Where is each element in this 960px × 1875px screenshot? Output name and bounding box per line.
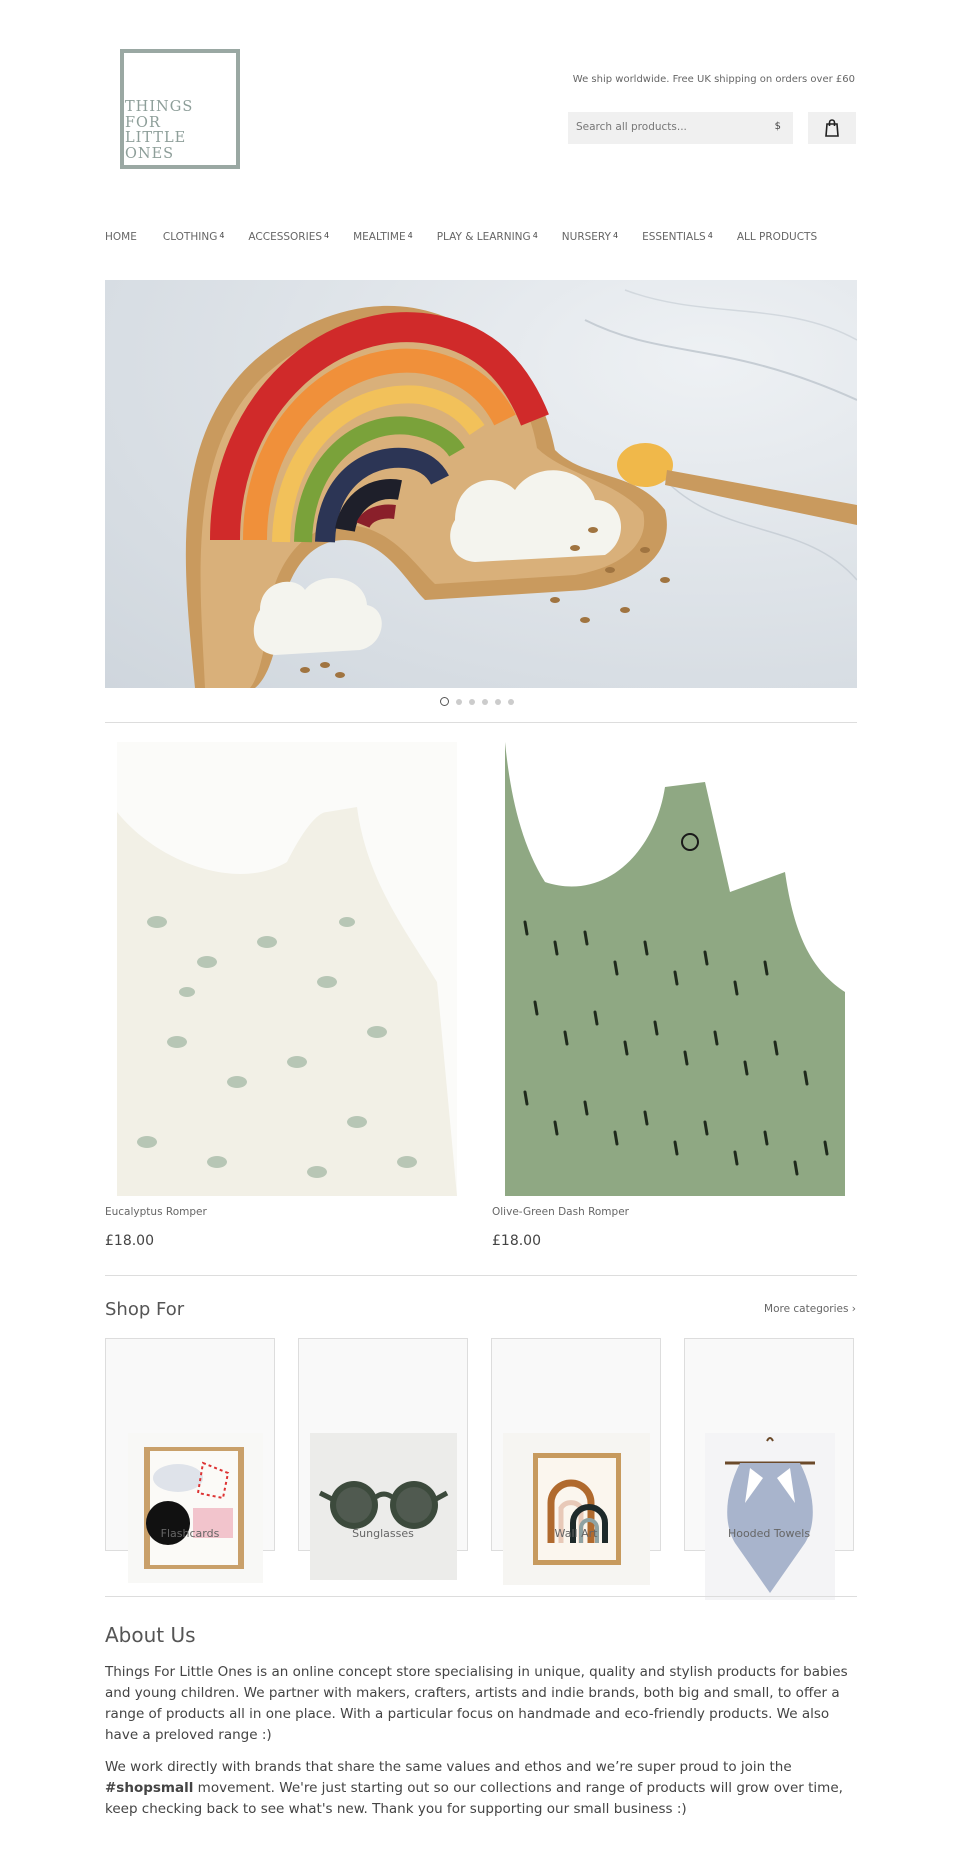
logo-line: LITTLE: [125, 130, 187, 146]
product-image-olive-dash-romper[interactable]: [505, 742, 845, 1196]
product-price: £18.00: [492, 1233, 541, 1249]
eucalyptus-romper-photo: [117, 807, 457, 1196]
nav-item-nursery[interactable]: NURSERY 4: [562, 231, 618, 243]
category-label[interactable]: Sunglasses: [298, 1527, 468, 1540]
logo-line: FOR: [125, 114, 161, 131]
olive-romper-photo: [505, 742, 845, 1196]
product-name[interactable]: Eucalyptus Romper: [105, 1206, 207, 1218]
hashtag-shopsmall: #shopsmall: [105, 1780, 194, 1796]
category-image-flashcards: [128, 1433, 263, 1583]
slide-dot[interactable]: [456, 698, 462, 705]
shipping-note: We ship worldwide. Free UK shipping on o…: [572, 74, 855, 85]
search-bar: $: [568, 112, 793, 144]
product-name[interactable]: Olive-Green Dash Romper: [492, 1206, 629, 1218]
slide-dot-active[interactable]: [440, 697, 449, 706]
section-title-shop-for: Shop For: [105, 1299, 185, 1320]
section-title-about: About Us: [105, 1623, 196, 1647]
category-label[interactable]: Flashcards: [105, 1527, 275, 1540]
search-input[interactable]: [576, 121, 756, 133]
logo-line: ONES: [125, 145, 175, 162]
about-paragraph-2: We work directly with brands that share …: [105, 1759, 843, 1817]
product-image-eucalyptus-romper[interactable]: [117, 742, 457, 1196]
slideshow-dots: [440, 697, 514, 706]
slide-dot[interactable]: [508, 698, 514, 705]
logo-text: THINGS FOR LITTLE ONES: [125, 99, 194, 162]
product-price: £18.00: [105, 1233, 154, 1249]
nav-item-essentials[interactable]: ESSENTIALS 4: [642, 231, 713, 243]
divider: [105, 1275, 857, 1276]
category-image-hooded-towels: [705, 1433, 835, 1600]
nav-item-all-products[interactable]: ALL PRODUCTS: [737, 231, 819, 243]
hero-slideshow[interactable]: [105, 280, 857, 688]
slide-dot[interactable]: [469, 698, 475, 705]
slide-dot[interactable]: [495, 698, 501, 705]
category-label[interactable]: Wall Art: [491, 1527, 661, 1540]
more-categories-link[interactable]: More categories ›: [764, 1303, 856, 1315]
nav-item-accessories[interactable]: ACCESSORIES 4: [248, 231, 329, 243]
hero-image-rainbow-plate: [185, 289, 857, 688]
divider: [105, 1596, 857, 1597]
divider: [105, 722, 857, 723]
store-logo[interactable]: THINGS FOR LITTLE ONES: [105, 36, 255, 181]
about-paragraph-1: Things For Little Ones is an online conc…: [105, 1664, 848, 1743]
slide-dot[interactable]: [482, 698, 488, 705]
nav-item-mealtime[interactable]: MEALTIME 4: [353, 231, 413, 243]
nav-item-home[interactable]: HOME: [105, 231, 139, 243]
shopping-bag-icon: [825, 119, 839, 137]
search-button[interactable]: $: [775, 121, 781, 132]
category-label[interactable]: Hooded Towels: [684, 1527, 854, 1540]
category-image-wall-art: [503, 1433, 650, 1585]
nav-item-play-learning[interactable]: PLAY & LEARNING 4: [437, 231, 538, 243]
category-image-sunglasses: [310, 1433, 457, 1580]
nav-item-clothing[interactable]: CLOTHING 4: [163, 231, 225, 243]
logo-line: THINGS: [125, 99, 194, 115]
main-nav: HOME CLOTHING 4 ACCESSORIES 4 MEALTIME 4 PL…: [105, 231, 843, 243]
cart-button[interactable]: [808, 112, 856, 144]
